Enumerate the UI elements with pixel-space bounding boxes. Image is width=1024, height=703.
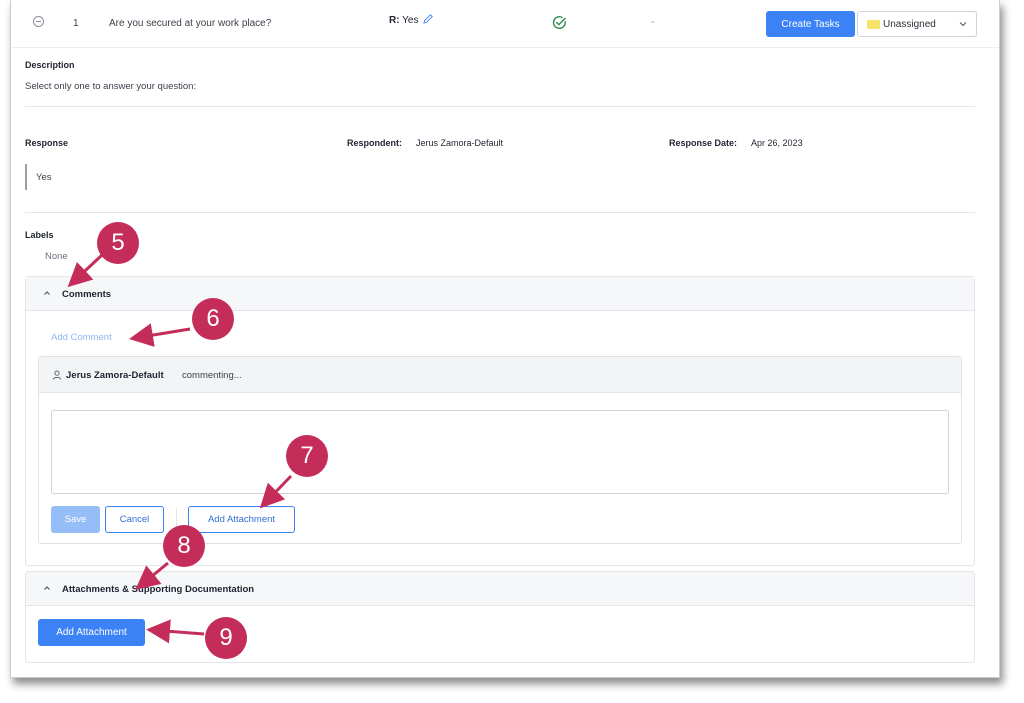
comments-title: Comments (62, 289, 112, 300)
response-prefix: R: (389, 15, 400, 26)
response-summary: R: Yes (389, 15, 419, 26)
comments-panel: Comments Add Comment Jerus Zamora-Defaul… (25, 276, 975, 566)
comment-author: Jerus Zamora-Default (66, 370, 164, 381)
respondent: Respondent: Jerus Zamora-Default (347, 138, 503, 148)
respondent-label: Respondent: (347, 138, 402, 148)
edit-pencil-icon[interactable] (422, 13, 434, 25)
add-attachment-button[interactable]: Add Attachment (38, 619, 145, 646)
callout-badge-5: 5 (97, 222, 139, 264)
status-dash: - (651, 17, 655, 28)
callout-badge-8: 8 (163, 525, 205, 567)
add-comment-link[interactable]: Add Comment (51, 332, 112, 343)
divider (25, 212, 975, 213)
collapse-icon[interactable] (33, 16, 44, 27)
labels-value: None (45, 251, 68, 262)
chevron-down-icon (959, 22, 967, 27)
callout-badge-9: 9 (205, 617, 247, 659)
response-value: Yes (25, 164, 52, 190)
description-heading: Description (25, 60, 75, 70)
response-date: Response Date: Apr 26, 2023 (669, 138, 803, 148)
comment-composer-header: Jerus Zamora-Default commenting... (39, 357, 961, 393)
respondent-value: Jerus Zamora-Default (416, 138, 504, 148)
chevron-up-icon (44, 586, 50, 590)
callout-badge-6: 6 (192, 298, 234, 340)
callout-badge-7: 7 (286, 435, 328, 477)
create-tasks-button[interactable]: Create Tasks (766, 11, 855, 37)
divider (25, 106, 975, 107)
comment-status: commenting... (182, 370, 242, 381)
description-text: Select only one to answer your question: (25, 81, 197, 92)
cancel-button[interactable]: Cancel (105, 506, 164, 533)
chevron-up-icon (44, 291, 50, 295)
attachments-panel: Attachments & Supporting Documentation A… (25, 571, 975, 663)
comment-textarea[interactable] (51, 410, 949, 494)
user-icon (52, 370, 62, 380)
comments-panel-header[interactable]: Comments (26, 277, 974, 311)
question-detail-frame: 1 Are you secured at your work place? R:… (10, 0, 1000, 678)
assignee-value: Unassigned (883, 19, 936, 30)
assignee-color-swatch (867, 20, 880, 29)
question-row: 1 Are you secured at your work place? R:… (11, 0, 999, 48)
response-date-value: Apr 26, 2023 (751, 138, 803, 148)
question-text: Are you secured at your work place? (109, 18, 272, 29)
save-button[interactable]: Save (51, 506, 100, 533)
attachments-title: Attachments & Supporting Documentation (62, 584, 255, 595)
labels-heading: Labels (25, 230, 54, 240)
attachments-panel-header[interactable]: Attachments & Supporting Documentation (26, 572, 974, 606)
assignee-select[interactable]: Unassigned (857, 11, 977, 37)
comment-add-attachment-button[interactable]: Add Attachment (188, 506, 295, 533)
check-circle-icon (552, 16, 566, 30)
question-number: 1 (73, 18, 79, 29)
response-heading: Response (25, 138, 69, 148)
comment-composer: Jerus Zamora-Default commenting... Save … (38, 356, 962, 544)
response-date-label: Response Date: (669, 138, 738, 148)
response-summary-value: Yes (402, 15, 419, 26)
